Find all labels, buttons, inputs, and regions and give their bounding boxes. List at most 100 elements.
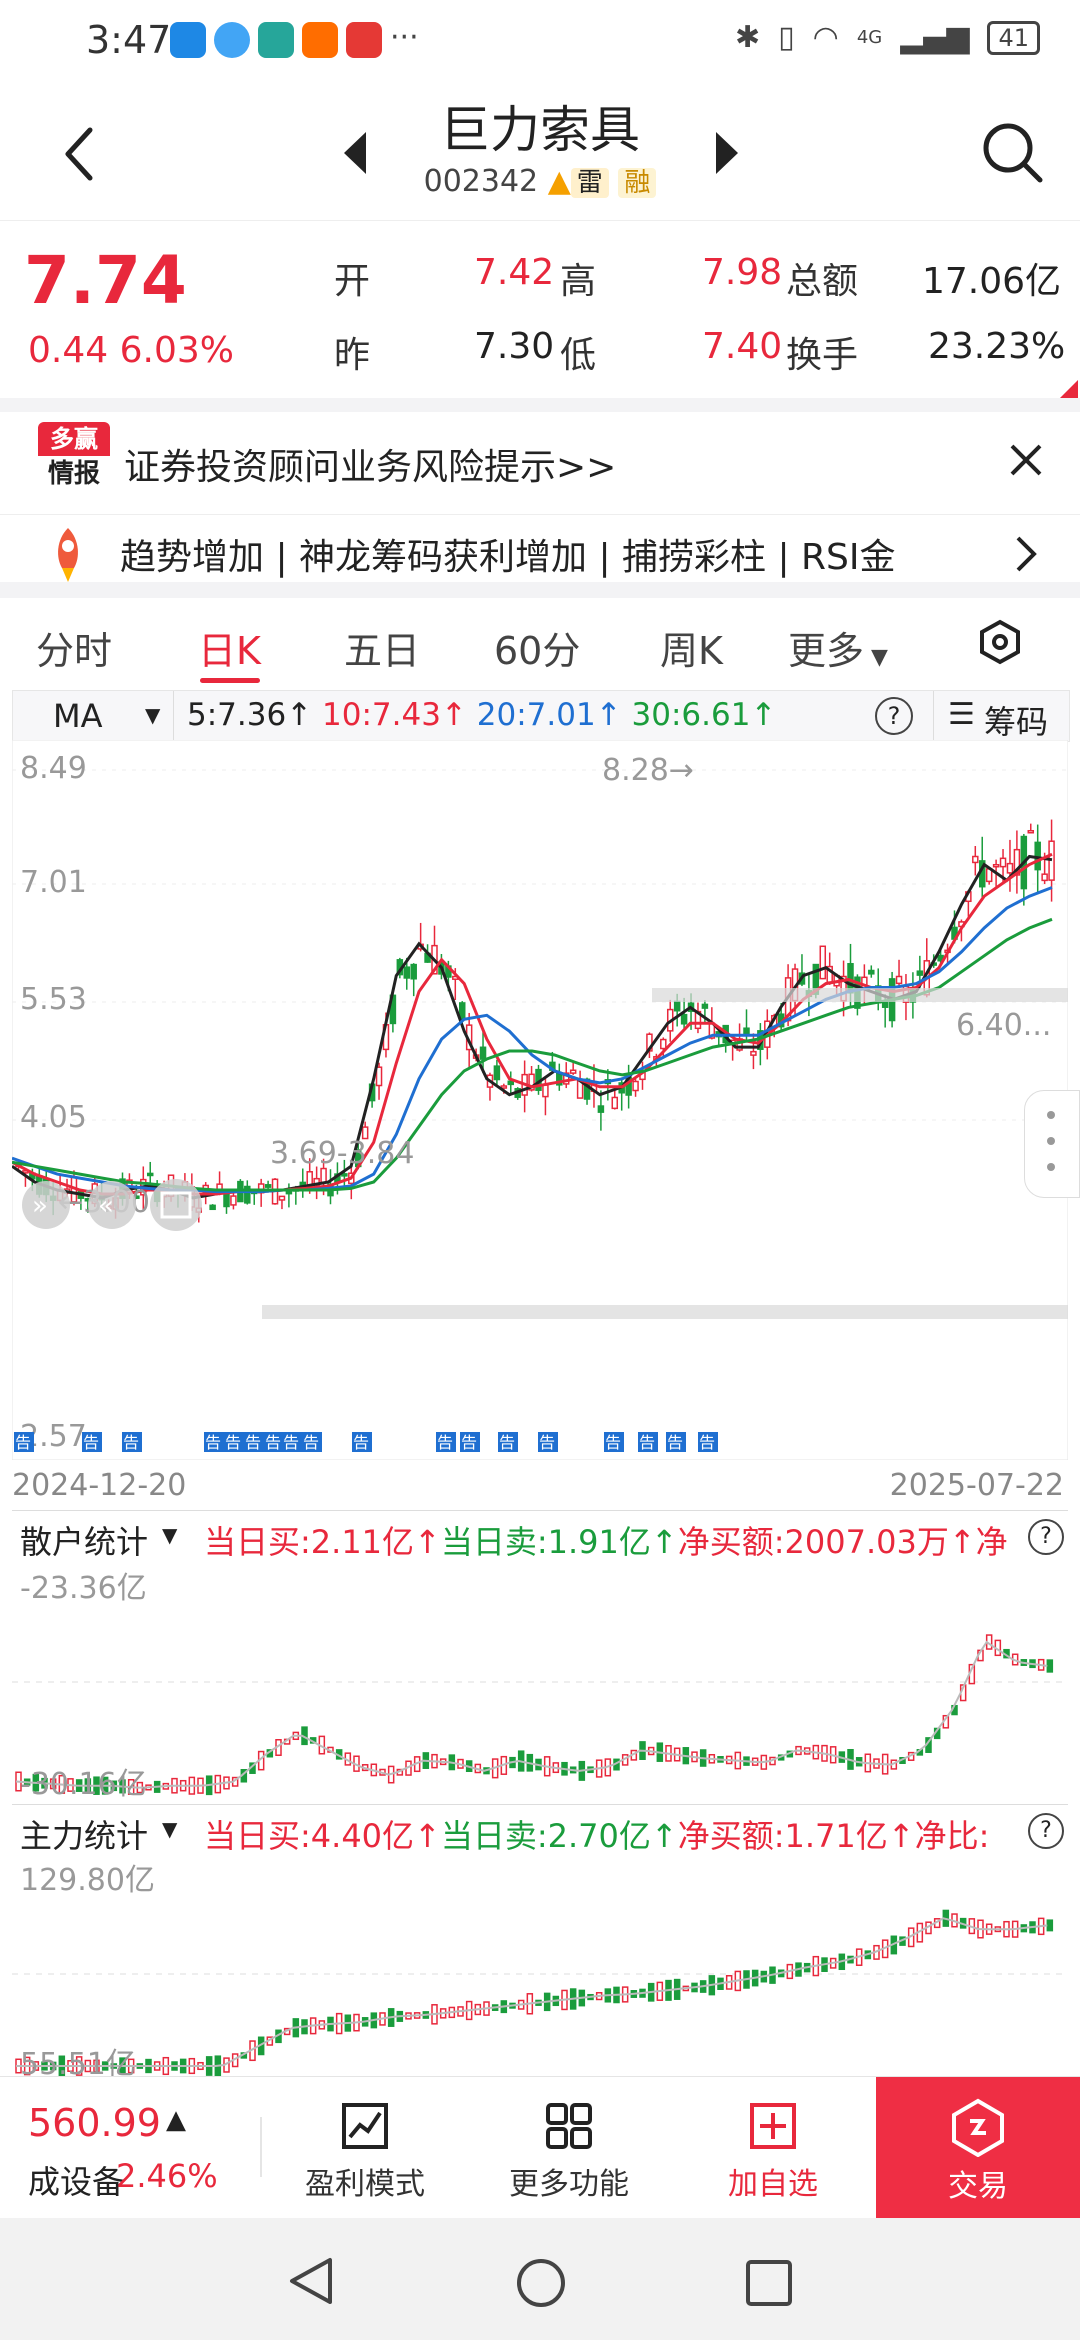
candle [680,1013,688,1025]
close-icon[interactable] [1008,442,1044,478]
fullscreen-button[interactable] [150,1179,202,1231]
nav-recents-icon[interactable] [744,2258,794,2308]
chart-trend-icon [342,2103,388,2149]
candle [278,1195,286,1201]
candle [146,1172,154,1177]
trade-button[interactable]: 交易 [876,2077,1080,2219]
candle [375,1066,383,1087]
candle [916,970,924,976]
announcement-marker[interactable]: 告 [122,1432,142,1452]
zoom-out-button[interactable]: » [22,1181,70,1229]
chip-band-upper [652,988,1068,1002]
announcement-marker[interactable]: 告 [282,1432,302,1452]
caret-down-icon: ▼ [864,645,888,670]
announcement-marker[interactable]: 告 [302,1432,322,1452]
more-features-button[interactable]: 更多功能 [494,2101,644,2203]
tab-60min[interactable]: 60分 [494,620,580,675]
search-icon[interactable] [980,120,1046,186]
indicator-select[interactable]: MA ▼ [13,691,174,741]
app-notification-icon [170,22,206,58]
svg-text:告: 告 [205,1433,221,1452]
profit-mode-button[interactable]: 盈利模式 [290,2101,440,2203]
cloud-icon [214,22,250,58]
announcement-marker[interactable]: 告 [264,1432,284,1452]
announcement-marker[interactable]: 告 [14,1432,34,1452]
svg-text:告: 告 [437,1433,453,1452]
announcement-marker[interactable]: 告 [436,1432,456,1452]
settings-hexagon-icon[interactable] [978,618,1022,666]
tab-more[interactable]: 更多 ▼ [788,620,888,675]
bottom-action-bar: 560.99 ▲ 成设备 2.46% 盈利模式 更多功能 加自选 交易 [0,2076,1080,2219]
sector-index-value: 560.99 [28,2101,161,2145]
svg-text:告: 告 [667,1433,683,1452]
retail-indicator-select[interactable]: 散户统计 ▼ [12,1511,192,1563]
candle [999,857,1007,868]
chevron-right-icon[interactable] [1012,534,1040,574]
tab-intraday[interactable]: 分时 [36,620,112,675]
battery-icon: 41 [987,20,1040,55]
help-icon[interactable]: ? [1028,1813,1064,1849]
tab-weekly-k[interactable]: 周K [660,620,723,675]
svg-text:告: 告 [15,1433,31,1452]
svg-text:告: 告 [225,1433,241,1452]
lei-tag[interactable]: 雷 [570,168,609,198]
wifi-icon: ◠ [812,20,839,55]
help-icon[interactable]: ? [1028,1519,1064,1555]
add-watchlist-button[interactable]: 加自选 [698,2101,848,2203]
candle [673,1000,681,1012]
caret-down-icon: ▼ [145,703,161,727]
announcement-marker[interactable]: 告 [498,1432,518,1452]
announcement-marker[interactable]: 告 [204,1432,224,1452]
high-label: 高 [560,261,597,302]
change-percent: 6.03% [119,330,234,371]
app-notification-icon [258,22,294,58]
announcement-marker[interactable]: 告 [538,1432,558,1452]
candle [500,1085,508,1089]
candle [611,1096,619,1110]
risk-banner[interactable]: 多赢 情报 证券投资顾问业务风险提示>> [0,412,1080,515]
svg-text:告: 告 [639,1433,655,1452]
kline-chart[interactable]: 8.49 7.01 5.53 4.05 2.57 8.28→ ←3.00 6.4… [12,740,1068,1460]
next-stock-icon[interactable] [712,128,742,178]
svg-text:告: 告 [461,1433,477,1452]
expand-corner-icon[interactable] [1060,380,1078,398]
svg-text:告: 告 [605,1433,621,1452]
help-icon[interactable]: ? [875,697,913,735]
main-indicator-select[interactable]: 主力统计 ▼ [12,1805,192,1857]
candle [1006,862,1014,874]
side-drawer-handle[interactable] [1024,1090,1080,1198]
y-label-4: 4.05 [20,1100,87,1135]
announcement-marker[interactable]: 告 [698,1432,718,1452]
svg-text:告: 告 [353,1433,369,1452]
tab-five-day[interactable]: 五日 [344,620,420,675]
ma10-value: 10:7.43↑ [322,697,467,733]
stock-name: 巨力索具 [440,101,640,159]
ma5-value: 5:7.36↑ [187,697,313,733]
announcement-marker[interactable]: 告 [666,1432,686,1452]
rocket-icon [58,528,78,582]
chips-button[interactable]: ☰ 筹码 [933,691,1070,741]
y-label-2: 7.01 [20,865,87,900]
rong-tag[interactable]: 融 [618,168,657,198]
main-force-chart[interactable]: 129.80亿 55.51亿 [12,1856,1068,2076]
caret-down-icon: ▼ [162,1523,178,1547]
announcement-marker[interactable]: 告 [604,1432,624,1452]
announcement-marker[interactable]: 告 [82,1432,102,1452]
announcement-marker[interactable]: 告 [460,1432,480,1452]
announcement-marker[interactable]: 告 [352,1432,372,1452]
ma20-value: 20:7.01↑ [476,697,622,733]
announcement-marker[interactable]: 告 [638,1432,658,1452]
zoom-in-button[interactable]: « [88,1181,136,1229]
nav-home-icon[interactable] [514,2256,568,2310]
candle [264,1184,272,1188]
announcement-marker[interactable]: 告 [224,1432,244,1452]
announcement-marker[interactable]: 告 [244,1432,264,1452]
tab-daily-k[interactable]: 日K [198,620,261,675]
sector-index[interactable]: 560.99 ▲ 成设备 2.46% [0,2077,260,2219]
low-value: 7.40 [702,326,783,367]
start-date: 2024-12-20 [12,1468,187,1503]
last-price: 7.74 [24,242,187,319]
sector-index-pct: 2.46% [116,2157,218,2195]
retail-stats-chart[interactable]: -23.36亿 -30.16亿 [12,1562,1068,1804]
nav-back-icon[interactable] [286,2256,336,2306]
